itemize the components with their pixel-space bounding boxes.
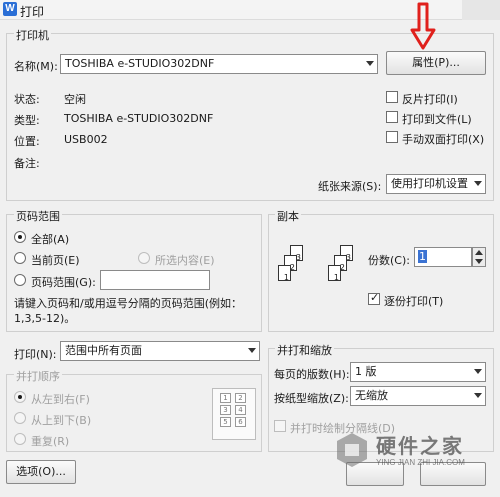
reverse-print-label: 反片打印(I) [402, 93, 458, 106]
scale-select[interactable]: 无缩放 [350, 386, 486, 406]
wps-app-icon: W [3, 2, 17, 16]
printer-properties-button[interactable]: 属性(P)... [386, 51, 486, 75]
order-preview-icon: 1 2 3 4 5 6 [212, 388, 256, 440]
watermark-subtext: YING JIAN ZHI JIA.COM [376, 458, 465, 467]
paper-source-select[interactable]: 使用打印机设置 [386, 174, 486, 194]
copies-count-input[interactable]: 1 [414, 247, 472, 267]
zoom-group-label: 并打和缩放 [275, 342, 334, 358]
page-range-pages-label: 页码范围(G): [31, 276, 96, 289]
collate-checkbox[interactable] [368, 291, 380, 305]
copies-spinner[interactable] [472, 247, 486, 267]
status-value: 空闲 [64, 93, 86, 106]
options-button[interactable]: 选项(O)... [6, 460, 76, 484]
mini-page: 6 [235, 417, 246, 427]
manual-duplex-checkbox[interactable] [386, 131, 398, 143]
mini-page: 1 [220, 393, 231, 403]
printer-group-label: 打印机 [14, 27, 51, 43]
mini-page: 3 [220, 405, 231, 415]
printer-name-select[interactable]: TOSHIBA e-STUDIO302DNF [60, 54, 378, 74]
chevron-down-icon [366, 61, 374, 66]
print-to-file-label: 打印到文件(L) [402, 113, 472, 126]
page-range-all-label: 全部(A) [31, 233, 70, 246]
status-label: 状态: [14, 93, 40, 106]
window-title: 打印 [20, 5, 45, 19]
location-label: 位置: [14, 135, 40, 148]
page-range-group-label: 页码范围 [14, 208, 62, 224]
order-repeat-label: 重复(R) [31, 435, 70, 448]
mini-page: 5 [220, 417, 231, 427]
page-range-pages-radio[interactable] [14, 274, 26, 286]
copies-count-label: 份数(C): [368, 254, 410, 267]
spin-up-icon[interactable] [475, 250, 483, 255]
type-label: 类型: [14, 114, 40, 127]
order-top-to-bottom-radio[interactable] [14, 412, 26, 424]
pages-per-sheet-value: 1 版 [355, 365, 377, 378]
paper-source-label: 纸张来源(S): [318, 180, 382, 193]
print-what-select[interactable]: 范围中所有页面 [60, 341, 260, 361]
draw-borders-checkbox[interactable] [274, 420, 286, 432]
page-range-selection-radio[interactable] [138, 252, 150, 264]
comment-label: 备注: [14, 157, 40, 170]
paper-source-value: 使用打印机设置 [391, 177, 468, 190]
annotation-arrow-icon [410, 2, 436, 50]
window-close-button[interactable] [462, 0, 500, 20]
page-range-current-radio[interactable] [14, 252, 26, 264]
scale-label: 按纸型缩放(Z): [274, 392, 349, 405]
page-range-input[interactable] [100, 270, 210, 290]
scale-value: 无缩放 [355, 389, 388, 402]
page-sheet: 1 [328, 265, 341, 282]
pages-per-sheet-label: 每页的版数(H): [274, 368, 350, 381]
spin-down-icon[interactable] [475, 259, 483, 264]
collate-label: 逐份打印(T) [384, 295, 444, 308]
reverse-print-checkbox[interactable] [386, 91, 398, 103]
chevron-down-icon [474, 369, 482, 374]
copies-group-label: 副本 [275, 208, 301, 224]
print-what-value: 范围中所有页面 [65, 344, 142, 357]
pages-per-sheet-select[interactable]: 1 版 [350, 362, 486, 382]
chevron-down-icon [474, 181, 482, 186]
type-value: TOSHIBA e-STUDIO302DNF [64, 112, 214, 125]
manual-duplex-label: 手动双面打印(X) [402, 133, 485, 146]
page-range-all-radio[interactable] [14, 231, 26, 243]
order-left-to-right-radio[interactable] [14, 391, 26, 403]
printer-name-value: TOSHIBA e-STUDIO302DNF [65, 57, 215, 70]
order-top-to-bottom-label: 从上到下(B) [31, 414, 92, 427]
watermark-text: 硬件之家 [376, 434, 464, 458]
chevron-down-icon [474, 393, 482, 398]
site-watermark: 硬件之家 YING JIAN ZHI JIA.COM [332, 426, 496, 478]
print-order-group-label: 并打顺序 [14, 368, 62, 384]
page-sheet: 1 [278, 265, 291, 282]
page-range-current-label: 当前页(E) [31, 254, 80, 267]
order-left-to-right-label: 从左到右(F) [31, 393, 90, 406]
print-what-label: 打印(N): [14, 348, 57, 361]
print-to-file-checkbox[interactable] [386, 111, 398, 123]
copies-count-value: 1 [418, 250, 427, 263]
chevron-down-icon [248, 348, 256, 353]
page-range-selection-label: 所选内容(E) [155, 254, 215, 267]
mini-page: 2 [235, 393, 246, 403]
watermark-logo-icon [337, 433, 367, 467]
order-repeat-radio[interactable] [14, 433, 26, 445]
page-range-hint: 请键入页码和/或用逗号分隔的页码范围(例如：1,3,5-12)。 [14, 297, 242, 325]
location-value: USB002 [64, 133, 108, 146]
printer-name-label: 名称(M): [14, 60, 58, 73]
mini-page: 4 [235, 405, 246, 415]
